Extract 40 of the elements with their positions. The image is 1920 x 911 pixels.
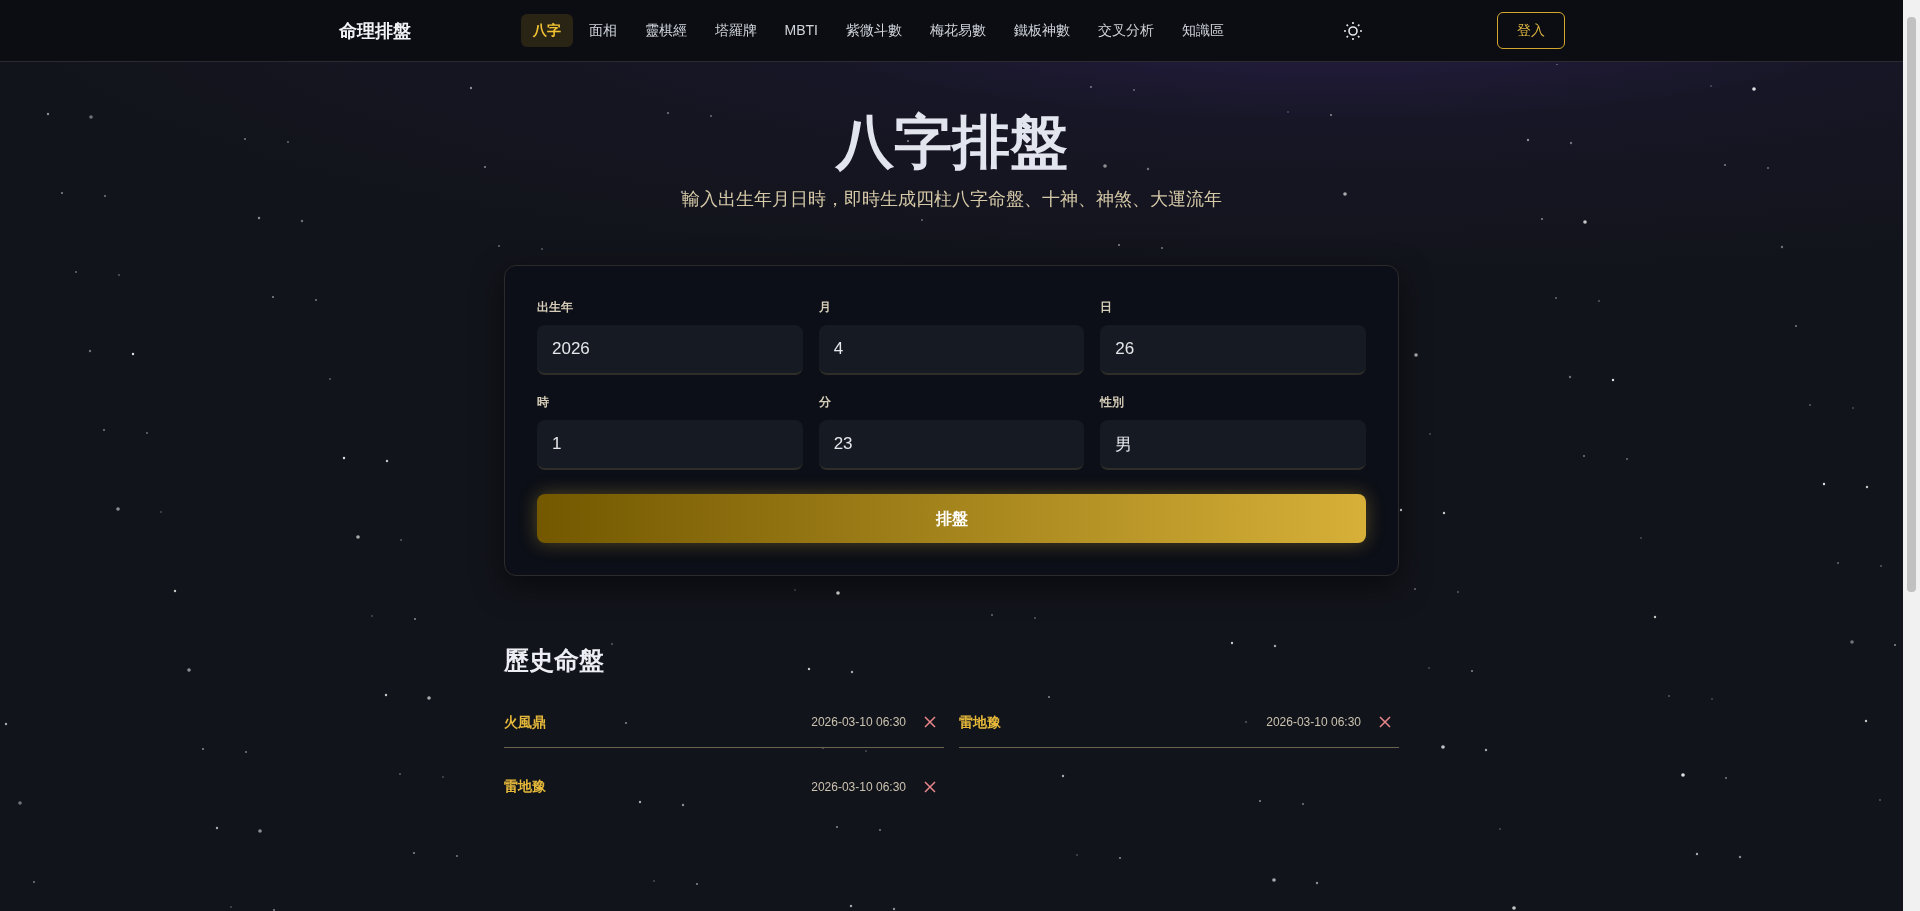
nav-tab[interactable]: 八字 — [520, 14, 573, 47]
site-logo[interactable]: 命理排盤 — [338, 17, 521, 44]
nav-tab[interactable]: 塔羅牌 — [702, 14, 769, 47]
input-field[interactable]: 男 — [1100, 420, 1366, 470]
nav-tab[interactable]: 知識區 — [1169, 14, 1236, 47]
field-label: 日 — [1100, 299, 1114, 316]
input-field[interactable]: 23 — [818, 420, 1085, 470]
input-field[interactable]: 4 — [818, 325, 1085, 375]
input-field[interactable]: 2026 — [537, 325, 803, 375]
close-icon[interactable] — [924, 780, 936, 793]
history-entry-time: 2026-03-10 06:30 — [1266, 714, 1361, 731]
field-label: 分 — [818, 394, 832, 411]
history-heading: 歷史命盤 — [504, 645, 605, 677]
nav-tab[interactable]: 鐵板神數 — [1001, 14, 1082, 47]
history-entry-name[interactable]: 火風鼎 — [504, 711, 546, 733]
nav-tab[interactable]: 交叉分析 — [1085, 14, 1166, 47]
page-subtitle: 輸入出生年月日時，即時生成四柱八字命盤、十神、神煞、大運流年 — [680, 188, 1223, 211]
submit-button[interactable]: 排盤 — [537, 494, 1366, 543]
scrollbar[interactable] — [1903, 0, 1920, 911]
field-label: 性別 — [1100, 394, 1126, 411]
history-entry-name[interactable]: 雷地豫 — [504, 776, 546, 797]
page-title: 八字排盤 — [834, 107, 1069, 178]
scrollbar-thumb[interactable] — [1907, 17, 1916, 592]
history-entry-name[interactable]: 雷地豫 — [959, 711, 1001, 733]
close-icon[interactable] — [1379, 716, 1391, 728]
history-entry-time: 2026-03-10 06:30 — [811, 778, 906, 796]
nav-tab[interactable]: 紫微斗數 — [833, 14, 914, 47]
close-icon[interactable] — [924, 716, 936, 728]
field-label: 出生年 — [537, 299, 574, 316]
input-field[interactable]: 1 — [537, 420, 803, 470]
nav-tab[interactable]: 靈棋經 — [632, 14, 699, 47]
login-button[interactable]: 登入 — [1496, 12, 1565, 49]
nav-tab[interactable]: 梅花易數 — [917, 14, 998, 47]
theme-toggle-icon[interactable] — [1342, 20, 1363, 41]
nav-tab[interactable]: 面相 — [576, 14, 629, 47]
history-entry-time: 2026-03-10 06:30 — [811, 714, 906, 731]
field-label: 月 — [818, 299, 832, 316]
input-field[interactable]: 26 — [1100, 325, 1366, 375]
field-label: 時 — [537, 394, 550, 411]
nav-tab[interactable]: MBTI — [772, 14, 830, 47]
